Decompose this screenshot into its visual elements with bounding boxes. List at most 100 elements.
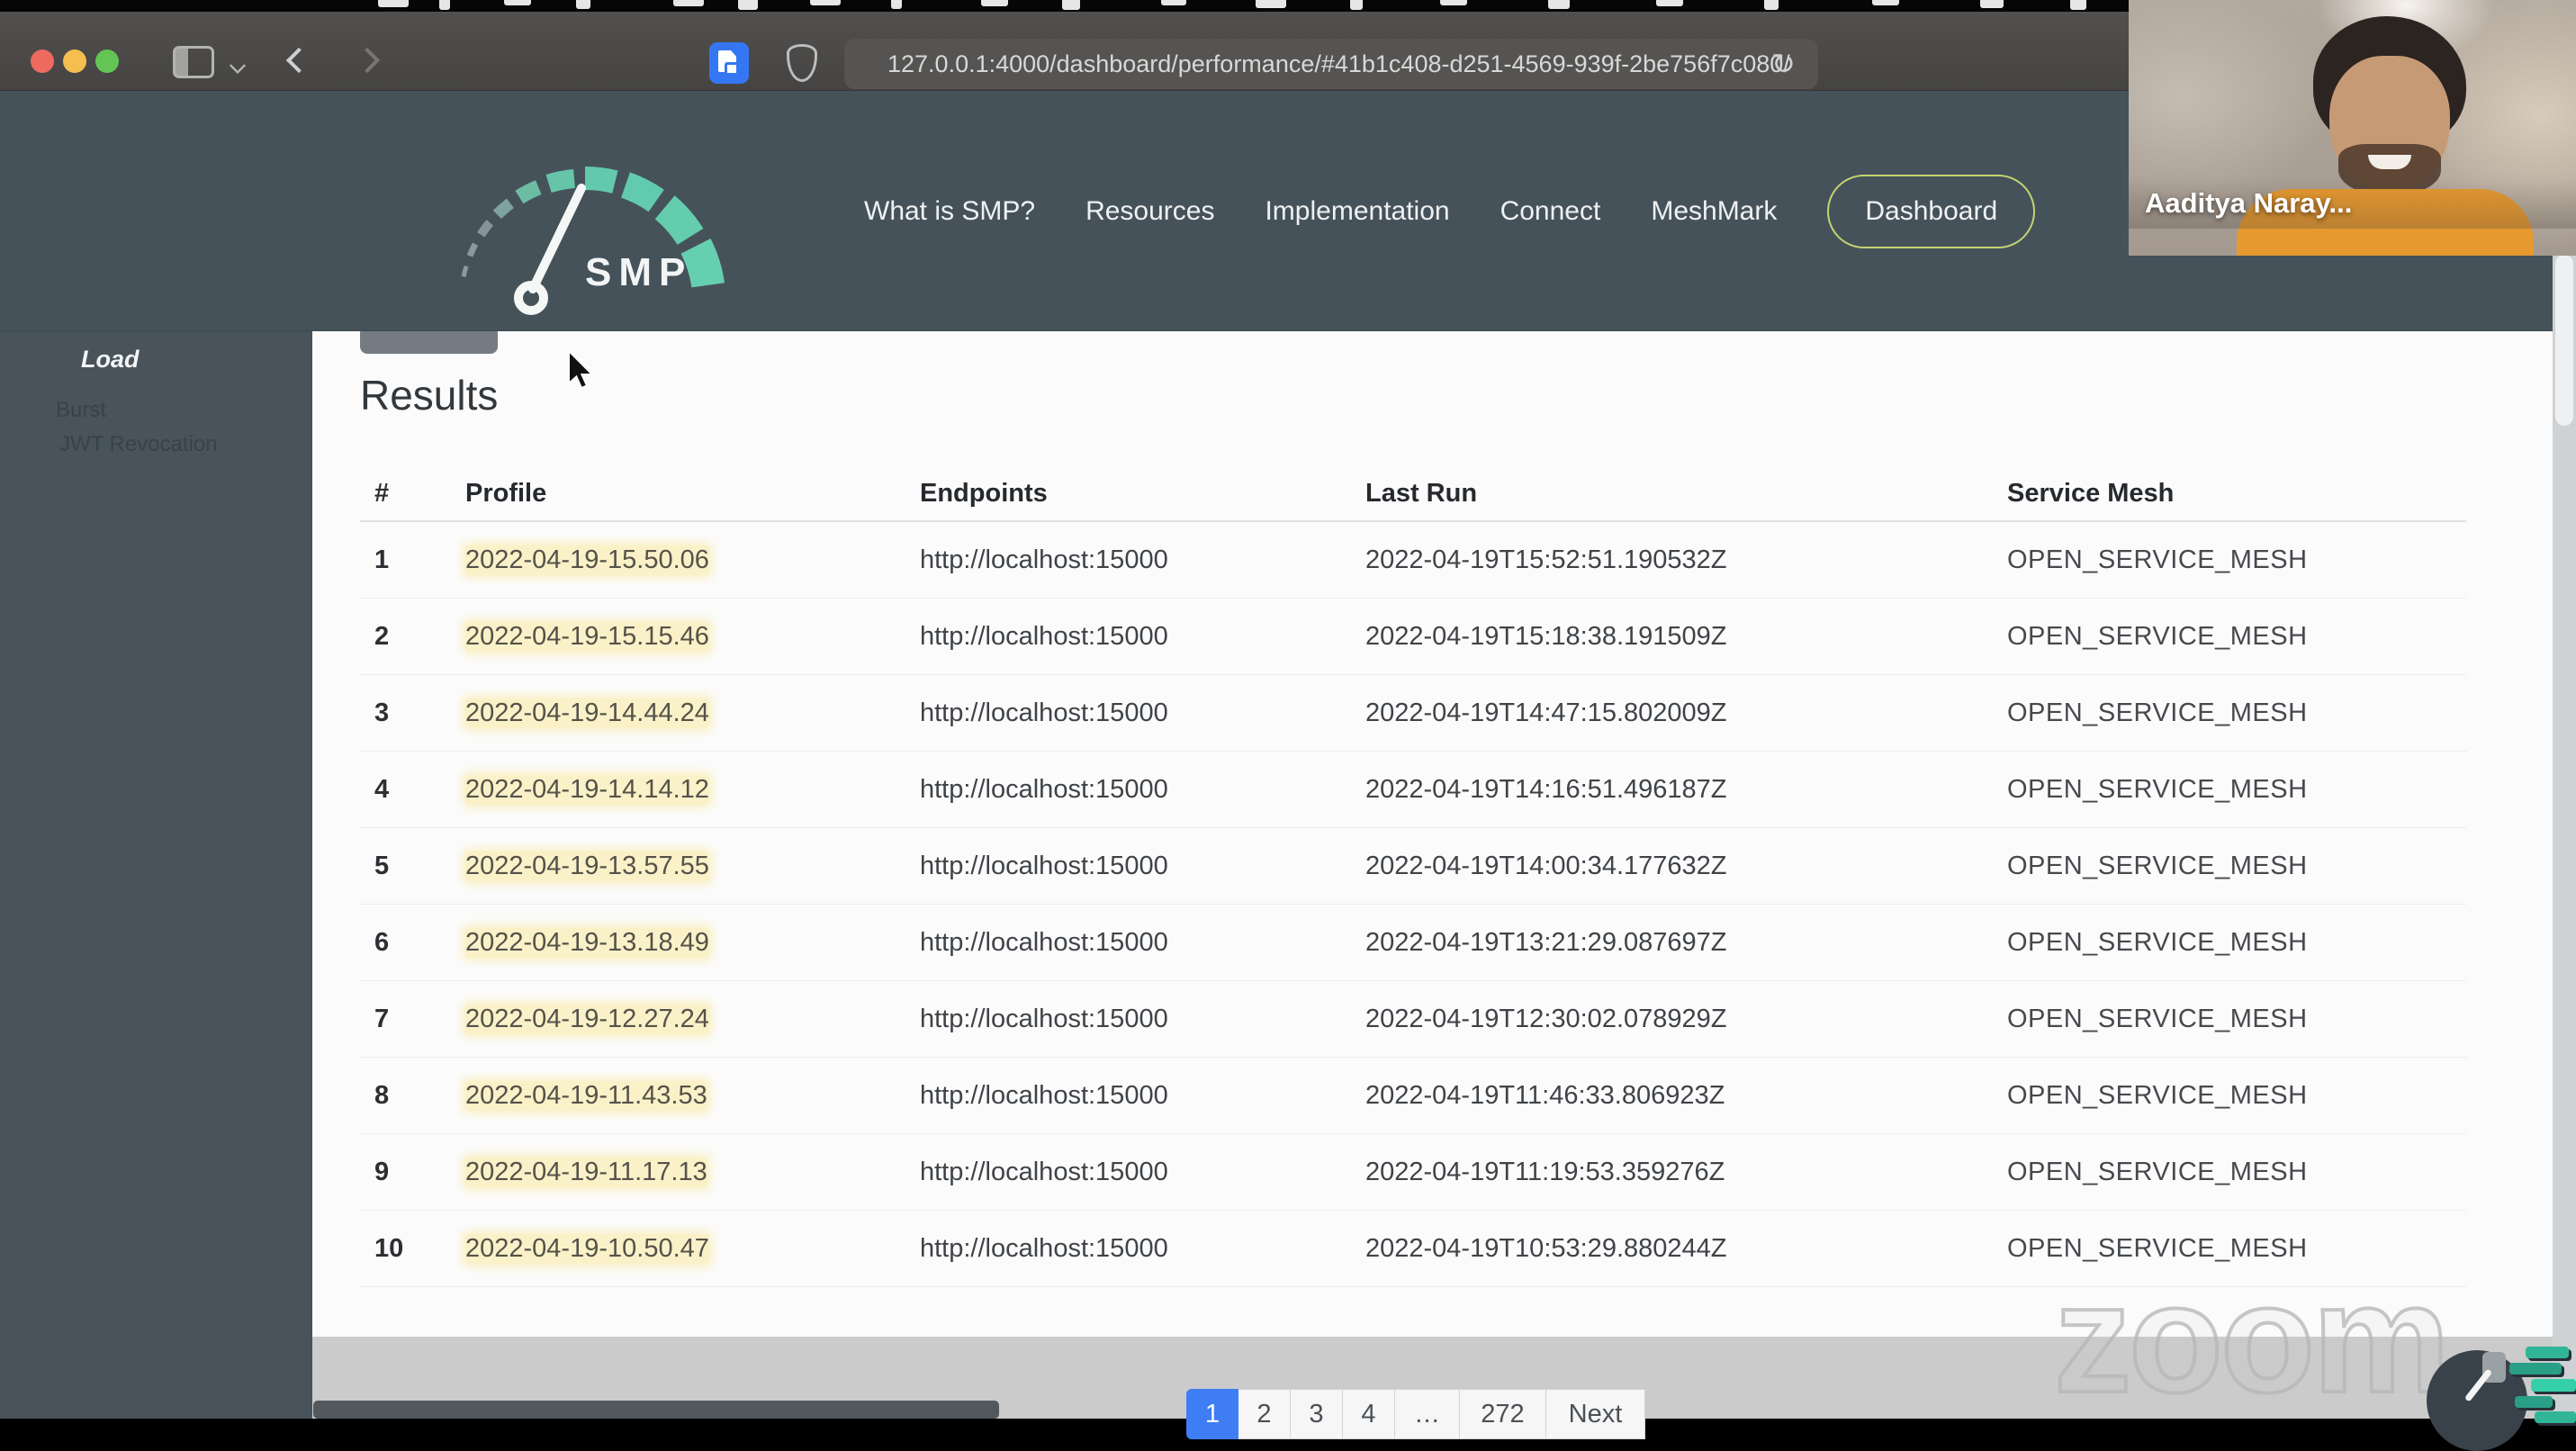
forward-button[interactable] xyxy=(354,47,381,74)
table-body: 1 2022-04-19-15.50.06 http://localhost:1… xyxy=(360,522,2466,1287)
page-button-1[interactable]: 1 xyxy=(1186,1389,1238,1439)
layer-logo-icon xyxy=(2526,1347,2569,1358)
profile-cell: 2022-04-19-11.43.53 xyxy=(465,1080,920,1111)
lastrun-cell: 2022-04-19T15:18:38.191509Z xyxy=(1365,621,1727,651)
page-button-272[interactable]: 272 xyxy=(1460,1389,1546,1439)
back-button[interactable] xyxy=(285,47,312,74)
column-header-endpoints: Endpoints xyxy=(920,478,1048,508)
table-row[interactable]: 8 2022-04-19-11.43.53 http://localhost:1… xyxy=(360,1058,2466,1134)
servicemesh-cell: OPEN_SERVICE_MESH xyxy=(2007,1080,2308,1110)
lastrun-cell: 2022-04-19T11:46:33.806923Z xyxy=(1365,1080,1725,1110)
endpoints-cell: http://localhost:15000 xyxy=(920,1004,1168,1033)
table-row[interactable]: 1 2022-04-19-15.50.06 http://localhost:1… xyxy=(360,522,2466,599)
column-header-servicemesh: Service Mesh xyxy=(2007,478,2175,508)
page-title: Results xyxy=(360,372,499,419)
nav-what-is-smp[interactable]: What is SMP? xyxy=(864,196,1035,227)
lastrun-cell: 2022-04-19T15:52:51.190532Z xyxy=(1365,545,1727,574)
row-number: 3 xyxy=(374,698,390,727)
profile-cell: 2022-04-19-13.18.49 xyxy=(465,927,920,958)
servicemesh-cell: OPEN_SERVICE_MESH xyxy=(2007,698,2308,727)
sidebar-toggle-icon[interactable] xyxy=(173,46,214,78)
profile-highlight: 2022-04-19-14.44.24 xyxy=(465,698,709,728)
profile-cell: 2022-04-19-15.50.06 xyxy=(465,545,920,575)
profile-highlight: 2022-04-19-14.14.12 xyxy=(465,774,709,805)
page-button-4[interactable]: 4 xyxy=(1343,1389,1395,1439)
row-number: 1 xyxy=(374,545,390,574)
page-button-Next[interactable]: Next xyxy=(1546,1389,1645,1439)
table-row[interactable]: 2 2022-04-19-15.15.46 http://localhost:1… xyxy=(360,599,2466,675)
lastrun-cell: 2022-04-19T14:16:51.496187Z xyxy=(1365,774,1727,804)
lastrun-cell: 2022-04-19T13:21:29.087697Z xyxy=(1365,927,1727,957)
row-number: 2 xyxy=(374,621,390,651)
endpoints-cell: http://localhost:15000 xyxy=(920,927,1168,957)
chevron-down-icon[interactable] xyxy=(229,57,247,75)
vertical-scrollbar-thumb[interactable] xyxy=(2555,255,2573,426)
results-table: # Profile Endpoints Last Run Service Mes… xyxy=(360,466,2466,1287)
endpoints-cell: http://localhost:15000 xyxy=(920,1233,1168,1263)
servicemesh-cell: OPEN_SERVICE_MESH xyxy=(2007,851,2308,880)
sidebar-item-jwt-revocation[interactable]: JWT Revocation xyxy=(59,432,218,457)
endpoints-cell: http://localhost:15000 xyxy=(920,1080,1168,1110)
endpoints-cell: http://localhost:15000 xyxy=(920,698,1168,727)
participant-name: Aaditya Naray... xyxy=(2145,187,2353,219)
profile-cell: 2022-04-19-15.15.46 xyxy=(465,621,920,652)
sidebar-item-burst[interactable]: Burst xyxy=(56,398,106,423)
column-header-profile: Profile xyxy=(465,478,547,508)
horizontal-scrollbar-thumb[interactable] xyxy=(313,1401,999,1419)
profile-cell: 2022-04-19-14.14.12 xyxy=(465,774,920,805)
table-row[interactable]: 4 2022-04-19-14.14.12 http://localhost:1… xyxy=(360,752,2466,828)
page-button-3[interactable]: 3 xyxy=(1291,1389,1343,1439)
table-row[interactable]: 3 2022-04-19-14.44.24 http://localhost:1… xyxy=(360,675,2466,752)
endpoints-cell: http://localhost:15000 xyxy=(920,774,1168,804)
profile-highlight: 2022-04-19-13.18.49 xyxy=(465,927,709,958)
sidebar: Load Burst JWT Revocation xyxy=(0,331,312,1419)
page-button-2[interactable]: 2 xyxy=(1238,1389,1291,1439)
lastrun-cell: 2022-04-19T14:00:34.177632Z xyxy=(1365,851,1727,880)
sidebar-item-load[interactable]: Load xyxy=(81,346,140,374)
nav-resources[interactable]: Resources xyxy=(1085,196,1214,227)
privacy-shield-icon[interactable] xyxy=(787,44,817,82)
nav-connect[interactable]: Connect xyxy=(1500,196,1601,227)
row-number: 6 xyxy=(374,927,390,957)
servicemesh-cell: OPEN_SERVICE_MESH xyxy=(2007,927,2308,957)
profile-highlight: 2022-04-19-10.50.47 xyxy=(465,1233,709,1264)
table-row[interactable]: 6 2022-04-19-13.18.49 http://localhost:1… xyxy=(360,905,2466,981)
zoom-window-button[interactable] xyxy=(95,50,119,73)
profile-highlight: 2022-04-19-13.57.55 xyxy=(465,851,709,881)
extension-icon[interactable] xyxy=(709,42,749,84)
nav-implementation[interactable]: Implementation xyxy=(1265,196,1449,227)
profile-cell: 2022-04-19-12.27.24 xyxy=(465,1004,920,1034)
endpoints-cell: http://localhost:15000 xyxy=(920,621,1168,651)
svg-text:SMP: SMP xyxy=(585,250,692,294)
lastrun-cell: 2022-04-19T14:47:15.802009Z xyxy=(1365,698,1727,727)
main-navigation: What is SMP? Resources Implementation Co… xyxy=(864,91,2036,331)
column-header-lastrun: Last Run xyxy=(1365,478,1478,508)
profile-highlight: 2022-04-19-11.43.53 xyxy=(465,1080,707,1111)
row-number: 7 xyxy=(374,1004,390,1033)
profile-cell: 2022-04-19-14.44.24 xyxy=(465,698,920,728)
nav-meshmark[interactable]: MeshMark xyxy=(1651,196,1777,227)
profile-cell: 2022-04-19-11.17.13 xyxy=(465,1157,920,1187)
table-row[interactable]: 5 2022-04-19-13.57.55 http://localhost:1… xyxy=(360,828,2466,905)
reload-icon[interactable]: ↻ xyxy=(1771,48,1796,80)
minimize-window-button[interactable] xyxy=(63,50,86,73)
mouse-cursor xyxy=(568,349,595,390)
page-button-…[interactable]: … xyxy=(1395,1389,1460,1439)
close-window-button[interactable] xyxy=(31,50,54,73)
servicemesh-cell: OPEN_SERVICE_MESH xyxy=(2007,1004,2308,1033)
nav-dashboard-active[interactable]: Dashboard xyxy=(1827,174,2036,248)
pagination: 1 2 3 4… 272 Next xyxy=(1186,1389,1645,1439)
table-row[interactable]: 7 2022-04-19-12.27.24 http://localhost:1… xyxy=(360,981,2466,1058)
webcam-tile[interactable]: Aaditya Naray... xyxy=(2129,0,2576,256)
profile-cell: 2022-04-19-13.57.55 xyxy=(465,851,920,881)
address-bar[interactable]: 127.0.0.1:4000/dashboard/performance/#41… xyxy=(844,39,1818,89)
vertical-scrollbar[interactable] xyxy=(2553,91,2576,1419)
table-row[interactable]: 9 2022-04-19-11.17.13 http://localhost:1… xyxy=(360,1134,2466,1211)
smp-gauge-logo[interactable]: SMP xyxy=(405,136,738,334)
servicemesh-cell: OPEN_SERVICE_MESH xyxy=(2007,545,2308,574)
endpoints-cell: http://localhost:15000 xyxy=(920,1157,1168,1186)
endpoints-cell: http://localhost:15000 xyxy=(920,851,1168,880)
lastrun-cell: 2022-04-19T10:53:29.880244Z xyxy=(1365,1233,1727,1263)
servicemesh-cell: OPEN_SERVICE_MESH xyxy=(2007,1157,2308,1186)
row-number: 5 xyxy=(374,851,390,880)
